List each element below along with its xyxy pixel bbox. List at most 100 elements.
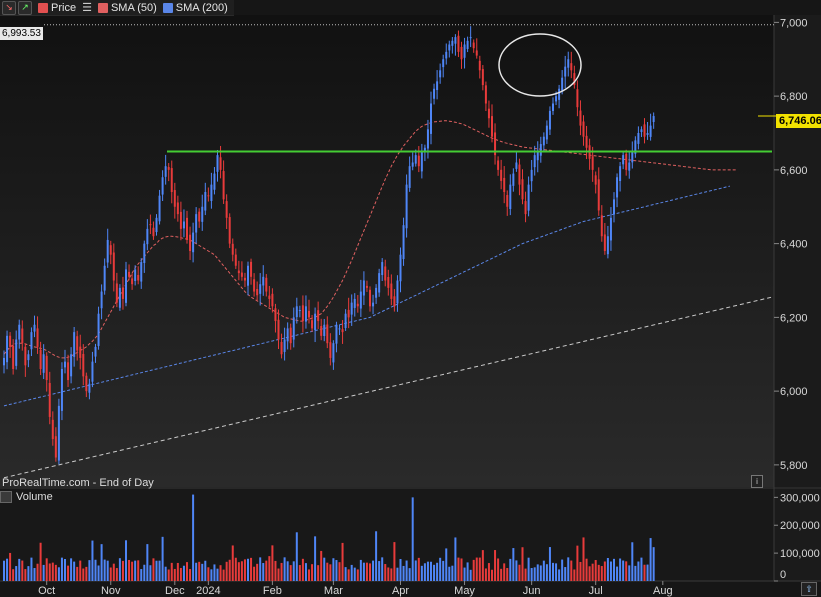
volume-bar [530,568,533,581]
sma200-color-swatch [162,2,173,13]
volume-bar [320,550,323,581]
volume-bar [128,559,131,581]
legend-price[interactable]: Price [38,2,76,14]
candle-body [179,211,182,229]
volume-bar [67,565,70,581]
candle-body [27,354,30,361]
volume-bar [3,560,5,581]
candle-body [417,155,420,167]
volume-bar [48,563,51,581]
candle-body [518,164,521,185]
candle-body [67,362,70,381]
volume-bar [186,562,188,581]
candle-body [460,46,463,60]
candle-body [228,217,231,244]
candle-body [594,175,597,185]
candle-body [347,309,350,318]
candle-body [201,206,204,222]
candle-body [524,201,527,215]
volume-bar [335,560,338,581]
volume-bar [637,561,640,581]
volume-panel-icon[interactable] [0,491,12,503]
candle-body [484,85,487,104]
volume-bar [39,542,42,581]
volume-bar [426,561,429,581]
candle-body [170,168,173,192]
volume-bar [289,565,292,581]
price-down-icon[interactable]: ↘ [2,0,16,15]
volume-bar [414,560,417,581]
volume-bar [463,567,466,581]
volume-bar [539,565,542,581]
list-icon[interactable]: ☰ [82,1,92,14]
price-color-swatch [38,2,48,13]
volume-bar [33,568,36,581]
volume-bar [304,563,307,581]
volume-bar [91,540,94,581]
volume-bar [588,566,591,581]
candle-body [356,303,359,307]
candle-body [454,37,457,44]
volume-bar [616,566,619,581]
candle-body [9,335,12,347]
candle-body [491,116,493,137]
candle-body [125,269,127,303]
volume-bar [405,560,408,581]
candle-body [161,177,164,195]
candle-body [33,324,36,332]
legend-sma50[interactable]: SMA (50) [97,2,157,14]
candle-body [256,288,259,296]
volume-bar [100,544,103,581]
candle-body [609,217,612,241]
candle-body [445,51,448,59]
volume-bar [359,559,362,581]
volume-bar [216,568,219,581]
candle-body [79,346,82,358]
volume-bar [317,565,320,581]
legend-sma200[interactable]: SMA (200) [162,2,228,14]
candle-body [426,129,429,149]
candle-body [555,96,558,102]
candle-body [213,173,216,190]
candle-body [118,287,121,308]
candle-body [268,295,271,299]
volume-bar [118,558,121,581]
volume-bar [323,557,326,581]
volume-bar [445,548,448,581]
candle-body [576,89,579,108]
price-up-icon[interactable]: ↗ [18,0,32,15]
volume-bar [347,569,350,581]
volume-bar [457,557,460,581]
candle-body [100,291,103,309]
price-panel-background [0,15,774,487]
candle-body [539,144,542,156]
candle-body [247,265,249,286]
candle-body [237,270,240,274]
candle-body [73,332,76,357]
candle-body [545,125,548,140]
candle-body [286,328,289,342]
candle-body [387,276,390,288]
candle-body [393,296,396,307]
x-tick-label: Feb [263,585,282,597]
volume-bar [423,563,426,581]
candle-body [369,289,371,307]
candle-body [338,328,341,330]
info-icon[interactable]: i [751,475,763,488]
volume-bar [613,558,615,581]
volume-bar [158,560,161,581]
volume-bar [326,562,329,581]
volume-bar [344,567,347,581]
scroll-up-icon[interactable]: ⇧ [801,582,817,596]
candle-body [439,70,442,78]
candle-body [378,273,381,293]
volume-bar [402,565,405,581]
volume-bar [552,562,554,581]
volume-bar [219,565,222,581]
volume-bar [606,557,609,581]
volume-bar [192,494,195,581]
candle-body [91,361,94,382]
candle-body [515,162,518,169]
volume-bar [576,545,579,581]
candle-body [506,194,509,207]
